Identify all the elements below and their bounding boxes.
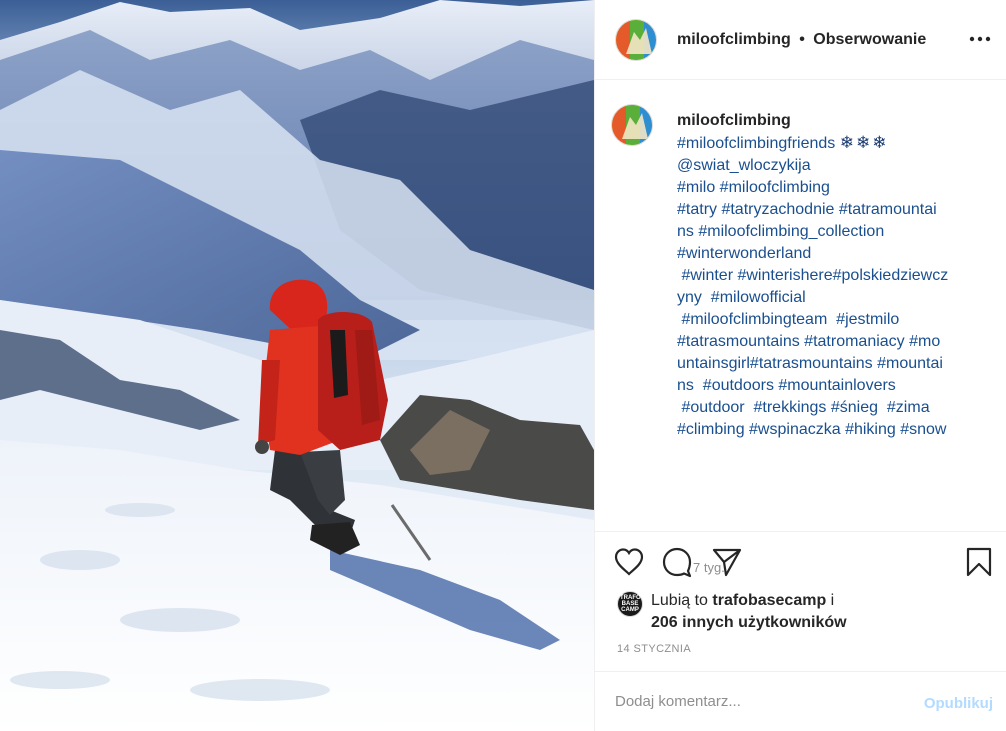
comment-icon[interactable] [661,546,693,578]
more-options-icon[interactable] [967,26,993,52]
comment-bar: Opublikuj [595,671,1006,731]
heart-icon[interactable] [613,546,645,578]
caption-line[interactable]: #outdoor #trekkings #śnieg #zima [677,397,982,419]
snowflake-icons: ❄❄❄ [839,133,889,152]
liker-avatar[interactable]: TRAFO BASE CAMP [617,591,643,617]
post-photo[interactable] [0,0,594,731]
caption-line[interactable]: @swiat_wloczykija [677,155,982,177]
likes-prefix: Lubią to [651,592,708,609]
likes-conjunction: i [830,592,835,609]
caption-line[interactable]: #tatrasmountains #tatromaniacy #mo [677,331,982,353]
instagram-post: miloofclimbing • Obserwowanie miloofclim… [0,0,1006,731]
caption-line[interactable]: #milo #miloofclimbing [677,177,982,199]
caption-line[interactable]: untainsgirl#tatrasmountains #mountai [677,353,982,375]
caption-line[interactable]: #winterwonderland [677,243,982,265]
mountain-climber-image [0,0,594,731]
caption-line[interactable]: #winter #winterishere#polskiedziewcz [677,265,982,287]
post-actions: TRAFO BASE CAMP Lubią to trafobasecamp i… [595,531,1006,671]
share-icon[interactable] [711,546,743,578]
post-date[interactable]: 14 STYCZNIA [617,643,691,655]
caption-line[interactable]: #tatry #tatryzachodnie #tatramountai [677,199,982,221]
comment-input[interactable] [615,686,905,717]
caption-line[interactable]: #miloofclimbingfriends ❄❄❄ [677,132,982,155]
post-side-panel: miloofclimbing • Obserwowanie miloofclim… [594,0,1006,731]
follow-status-button[interactable]: Obserwowanie [813,31,926,48]
post-header: miloofclimbing • Obserwowanie [595,0,1006,80]
likes-others-count[interactable]: 206 innych użytkowników [651,614,847,631]
liker-username[interactable]: trafobasecamp [712,592,826,609]
header-separator: • [799,30,805,48]
caption-line[interactable]: ns #outdoors #mountainlovers [677,375,982,397]
publish-button[interactable]: Opublikuj [924,695,993,712]
caption-username[interactable]: miloofclimbing [677,110,982,132]
bookmark-icon[interactable] [963,546,995,578]
caption-text: miloofclimbing #miloofclimbingfriends ❄❄… [677,110,982,441]
avatar[interactable] [615,18,657,61]
header-username[interactable]: miloofclimbing [677,31,791,48]
caption-line[interactable]: yny #milowofficial [677,287,982,309]
header-title: miloofclimbing • Obserwowanie [677,31,926,49]
caption-avatar[interactable] [611,104,653,146]
likes-summary: Lubią to trafobasecamp i 206 innych użyt… [651,590,951,634]
caption-line[interactable]: #miloofclimbingteam #jestmilo [677,309,982,331]
caption-line[interactable]: #climbing #wspinaczka #hiking #snow [677,419,982,441]
caption-line[interactable]: ns #miloofclimbing_collection [677,221,982,243]
